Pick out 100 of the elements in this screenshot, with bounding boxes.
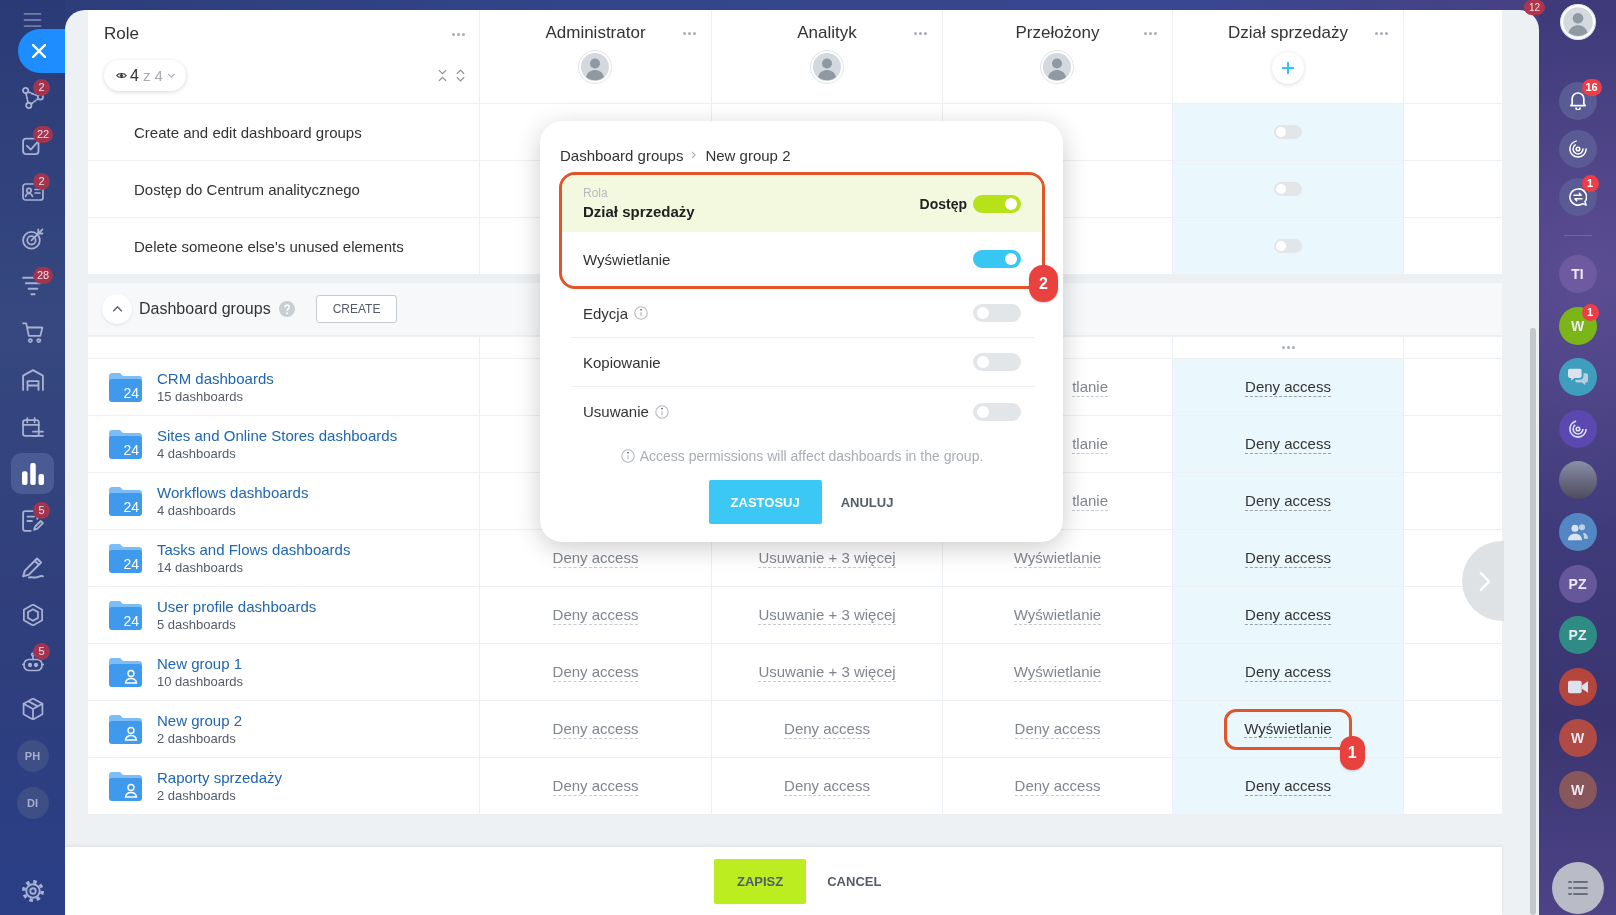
folder-logo: 24 <box>109 543 142 573</box>
permission-toggle[interactable] <box>973 250 1021 268</box>
chat-button[interactable] <box>1558 512 1597 551</box>
cancel-button[interactable]: ANULUJ <box>838 480 896 524</box>
section-toggle-button[interactable] <box>102 294 132 324</box>
access-link[interactable]: Deny access <box>1245 776 1331 796</box>
access-link[interactable]: tlanie <box>1072 434 1108 454</box>
access-link[interactable]: Deny access <box>1014 719 1101 739</box>
sidebar-button[interactable] <box>1558 130 1597 168</box>
menu-button[interactable] <box>1551 862 1604 914</box>
person-folder-icon <box>109 714 142 744</box>
access-link[interactable]: Deny access <box>552 548 639 568</box>
group-name-link[interactable]: Tasks and Flows dashboards <box>157 540 351 559</box>
plus-icon <box>1281 60 1295 75</box>
access-link[interactable]: Wyświetlanie <box>1013 662 1102 682</box>
permission-toggle[interactable] <box>973 304 1021 322</box>
access-link[interactable]: Deny access <box>552 776 639 796</box>
chat-button[interactable]: PZ <box>1558 616 1597 655</box>
expand-icon[interactable] <box>456 69 465 82</box>
dashboard-count: 4 dashboards <box>157 502 237 519</box>
pen-icon <box>21 556 44 579</box>
chat-button[interactable]: W <box>1558 719 1597 758</box>
access-link[interactable]: tlanie <box>1072 377 1108 397</box>
access-link[interactable]: Deny access <box>1245 491 1331 511</box>
person-folder-icon <box>109 657 142 687</box>
group-name-link[interactable]: Raporty sprzedaży <box>157 768 283 787</box>
access-link[interactable]: Usuwanie + 3 więcej <box>758 662 896 682</box>
access-link[interactable]: Deny access <box>1245 434 1331 454</box>
access-link[interactable]: Deny access <box>552 662 639 682</box>
count-badge: 5 <box>33 502 50 519</box>
more-icon[interactable] <box>452 32 465 36</box>
access-link[interactable]: Deny access <box>1245 605 1331 625</box>
access-link[interactable]: Wyświetlanie <box>1013 605 1102 625</box>
access-link[interactable]: Deny access <box>552 719 639 739</box>
chat-button[interactable] <box>1558 409 1597 448</box>
hexagon-icon <box>21 603 44 626</box>
group-name-link[interactable]: Workflows dashboards <box>157 483 309 502</box>
access-label: Dostęp <box>919 195 967 212</box>
role-filter-button[interactable]: 4 z 4 <box>104 60 186 91</box>
access-link[interactable]: Wyświetlanie <box>1013 548 1102 568</box>
group-name-link[interactable]: New group 1 <box>157 654 243 673</box>
permission-toggle[interactable] <box>973 402 1021 421</box>
more-icon[interactable] <box>914 31 927 35</box>
access-link[interactable]: Deny access <box>1014 776 1101 796</box>
more-icon[interactable] <box>1281 346 1295 349</box>
scrollbar-thumb[interactable] <box>1530 328 1536 915</box>
folder-logo: 24 <box>109 429 142 459</box>
chat-button[interactable]: W <box>1558 770 1597 809</box>
access-toggle[interactable] <box>973 194 1021 213</box>
cube-icon <box>21 697 44 720</box>
group-name-link[interactable]: CRM dashboards <box>157 369 274 388</box>
chat-button[interactable]: TI <box>1558 255 1597 293</box>
access-link[interactable]: Deny access <box>1245 662 1331 682</box>
access-link[interactable]: tlanie <box>1072 491 1108 511</box>
workspace-button[interactable]: DI <box>16 786 49 819</box>
close-button[interactable] <box>18 29 65 73</box>
chat-button[interactable] <box>1558 358 1597 397</box>
sidebar-button[interactable] <box>1558 178 1597 216</box>
access-link[interactable]: Deny access <box>552 605 639 625</box>
permission-toggle[interactable] <box>1274 182 1302 196</box>
more-icon[interactable] <box>1375 31 1388 35</box>
create-button[interactable]: CREATE <box>315 295 398 323</box>
menu-icon[interactable] <box>23 13 42 27</box>
settings-icon[interactable] <box>21 880 44 902</box>
garage-icon <box>21 368 44 391</box>
more-icon[interactable] <box>683 31 696 35</box>
access-link[interactable]: Deny access <box>784 776 870 796</box>
group-name-link[interactable]: Sites and Online Stores dashboards <box>157 426 398 445</box>
access-link[interactable]: Usuwanie + 3 więcej <box>758 548 896 568</box>
column-header: Dział sprzedaży <box>1228 23 1348 43</box>
sidebar-button[interactable] <box>11 453 54 494</box>
group-name-link[interactable]: User profile dashboards <box>157 597 317 616</box>
avatar-icon[interactable] <box>1559 4 1596 40</box>
permission-label: Kopiowanie <box>583 353 661 371</box>
save-button[interactable]: ZAPISZ <box>714 858 807 904</box>
permission-label: Edycja <box>583 304 629 322</box>
access-link[interactable]: Wyświetlanie <box>1244 719 1332 738</box>
cancel-button[interactable]: CANCEL <box>825 859 884 903</box>
workspace-button[interactable]: PH <box>16 739 49 772</box>
permission-toggle[interactable] <box>1274 239 1302 253</box>
callout-badge: 1 <box>1339 735 1365 770</box>
collapse-icon[interactable] <box>438 69 447 82</box>
cart-icon <box>21 321 44 344</box>
chat-button[interactable]: PZ <box>1558 564 1597 603</box>
sidebar-button[interactable] <box>1558 82 1597 120</box>
close-icon <box>32 44 46 58</box>
access-link[interactable]: Deny access <box>784 719 870 739</box>
group-name-link[interactable]: New group 2 <box>157 711 243 730</box>
more-icon[interactable] <box>1144 31 1157 35</box>
count-badge: 5 <box>33 643 50 660</box>
breadcrumb-link[interactable]: Dashboard groups <box>560 146 684 164</box>
chat-button[interactable] <box>1558 667 1597 706</box>
hint-text: Access permissions will affect dashboards in the group. <box>639 448 984 464</box>
column-header: Analityk <box>797 23 857 43</box>
access-link[interactable]: Deny access <box>1245 377 1331 397</box>
permission-toggle[interactable] <box>973 353 1021 371</box>
permission-toggle[interactable] <box>1274 125 1302 139</box>
photo-placeholder[interactable] <box>1558 461 1597 500</box>
access-link[interactable]: Deny access <box>1245 548 1331 568</box>
access-link[interactable]: Usuwanie + 3 więcej <box>758 605 896 625</box>
